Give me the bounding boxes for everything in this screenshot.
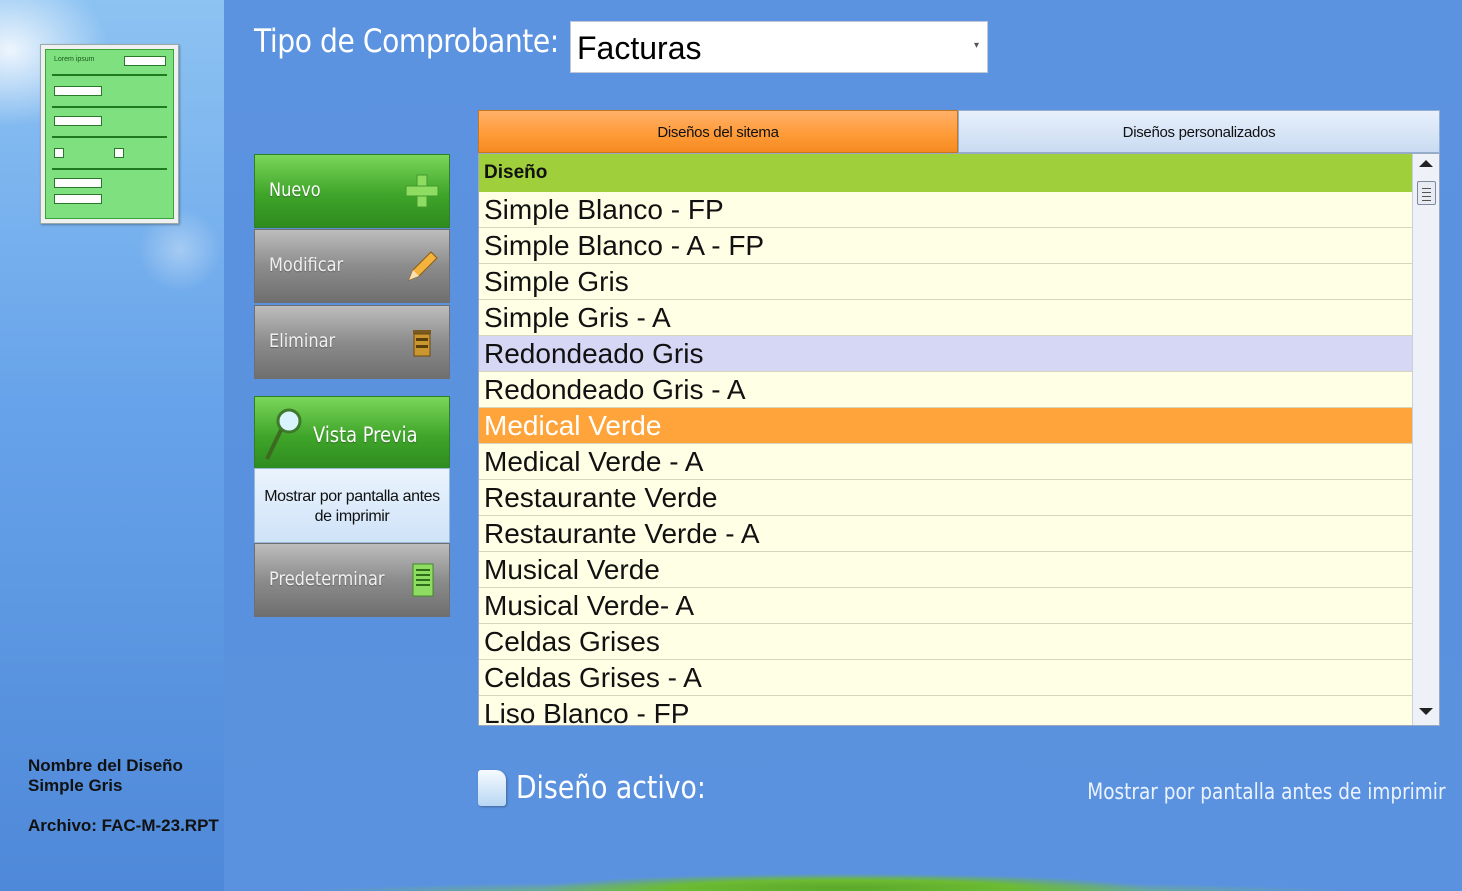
mostrar-pantalla-status: Mostrar por pantalla antes de imprimir — [1087, 780, 1446, 805]
thumbnail-bar — [52, 136, 167, 138]
modificar-button[interactable]: Modificar — [254, 229, 450, 303]
thumbnail-box — [54, 194, 102, 204]
thumbnail-bar — [52, 168, 167, 170]
vista-previa-label: Vista Previa — [313, 423, 418, 447]
plus-icon — [405, 174, 439, 208]
thumbnail-bar — [52, 106, 167, 108]
list-item[interactable]: Celdas Grises - A — [479, 660, 1413, 696]
thumbnail-preview: Lorem ipsum — [45, 49, 174, 219]
list-item[interactable]: Restaurante Verde - A — [479, 516, 1413, 552]
list-item[interactable]: Celdas Grises — [479, 624, 1413, 660]
left-pane: Lorem ipsum Nombre del Diseño Simple Gri… — [0, 0, 224, 891]
document-icon — [412, 563, 434, 597]
predeterminar-label: Predeterminar — [269, 568, 385, 590]
list-item[interactable]: Redondeado Gris - A — [479, 372, 1413, 408]
magnifier-icon — [265, 408, 302, 460]
pencil-icon — [408, 251, 438, 281]
modificar-label: Modificar — [269, 254, 344, 276]
thumbnail-check — [114, 148, 124, 158]
scroll-down-icon[interactable] — [1419, 708, 1433, 715]
list-item[interactable]: Medical Verde - A — [479, 444, 1413, 480]
list-item-selected[interactable]: Medical Verde — [479, 408, 1413, 444]
design-tabs: Diseños del sitema Diseños personalizado… — [478, 110, 1440, 153]
scroll-up-icon[interactable] — [1419, 160, 1433, 167]
design-thumbnail: Lorem ipsum — [40, 44, 179, 224]
eliminar-label: Eliminar — [269, 330, 336, 352]
dropdown-arrow-icon[interactable]: ▾ — [974, 40, 979, 51]
thumbnail-box — [124, 56, 166, 66]
nuevo-button[interactable]: Nuevo — [254, 154, 450, 228]
tab-disenos-personalizados[interactable]: Diseños personalizados — [958, 110, 1440, 153]
tipo-comprobante-label: Tipo de Comprobante: — [254, 22, 559, 60]
vista-previa-button[interactable]: Vista Previa — [254, 396, 450, 470]
grid-scrollbar[interactable] — [1412, 154, 1439, 725]
design-file-label: Archivo: FAC-M-23.RPT — [28, 816, 219, 835]
thumbnail-title: Lorem ipsum — [54, 56, 95, 63]
eliminar-button[interactable]: Eliminar — [254, 305, 450, 379]
tipo-comprobante-value: Facturas — [577, 30, 702, 66]
grid-column-header: Diseño — [479, 154, 1413, 192]
scroll-thumb[interactable] — [1417, 181, 1436, 205]
grass-decoration — [224, 862, 1462, 891]
list-item[interactable]: Redondeado Gris — [479, 336, 1413, 372]
thumbnail-box — [54, 178, 102, 188]
list-item[interactable]: Musical Verde — [479, 552, 1413, 588]
predeterminar-button[interactable]: Predeterminar — [254, 543, 450, 617]
design-grid: Diseño Simple Blanco - FP Simple Blanco … — [478, 153, 1440, 726]
thumbnail-box — [54, 116, 102, 126]
list-item[interactable]: Simple Gris — [479, 264, 1413, 300]
list-item[interactable]: Simple Gris - A — [479, 300, 1413, 336]
document-icon — [478, 770, 506, 806]
mostrar-pantalla-option[interactable]: Mostrar por pantalla antes de imprimir — [254, 468, 450, 543]
trash-icon — [413, 330, 431, 357]
list-item[interactable]: Restaurante Verde — [479, 480, 1413, 516]
nuevo-label: Nuevo — [269, 179, 321, 201]
active-design-label: Diseño activo: — [516, 770, 706, 806]
list-item[interactable]: Liso Blanco - FP — [479, 696, 1413, 725]
tipo-comprobante-select[interactable]: Facturas ▾ — [570, 21, 988, 73]
thumbnail-bar — [52, 74, 167, 76]
design-name-label: Nombre del Diseño Simple Gris — [28, 756, 183, 795]
tab-disenos-sistema[interactable]: Diseños del sitema — [478, 110, 958, 153]
list-item[interactable]: Simple Blanco - A - FP — [479, 228, 1413, 264]
thumbnail-check — [54, 148, 64, 158]
list-item[interactable]: Simple Blanco - FP — [479, 192, 1413, 228]
list-item[interactable]: Musical Verde- A — [479, 588, 1413, 624]
thumbnail-box — [54, 86, 102, 96]
